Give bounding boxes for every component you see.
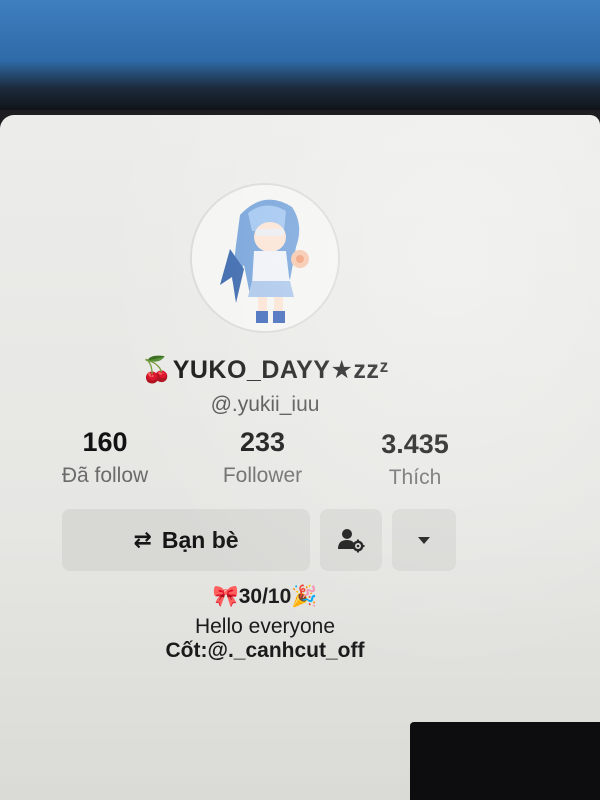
avatar-character-image — [192, 185, 338, 331]
person-gear-icon — [338, 529, 365, 553]
stat-likes-label: Thích — [388, 466, 442, 489]
friends-button[interactable]: ⇄ Bạn bè — [62, 509, 310, 571]
display-name: 🍒YUKO_DAYY★zzᶻ — [141, 356, 389, 384]
photo-background-top — [0, 0, 600, 110]
friends-button-label: Bạn bè — [161, 526, 239, 553]
profile-avatar[interactable] — [190, 183, 340, 333]
stat-followers-label: Follower — [222, 464, 303, 487]
username-handle: @.yukii_iuu — [210, 393, 320, 416]
bio-line-greeting: Hello everyone — [194, 615, 336, 638]
caret-down-icon — [418, 537, 430, 544]
profile-screen: 🍒YUKO_DAYY★zzᶻ @.yukii_iuu 160 Đã follow… — [0, 115, 600, 800]
stat-following[interactable]: 160 Đã follow — [50, 427, 160, 488]
stat-following-label: Đã follow — [61, 464, 149, 487]
swap-arrows-icon: ⇄ — [133, 527, 152, 552]
stat-likes-value: 3.435 — [381, 429, 449, 459]
stat-followers[interactable]: 233 Follower — [205, 427, 320, 488]
bio-line-date: 🎀30/10🎉 — [212, 585, 318, 608]
stat-following-value: 160 — [82, 427, 128, 457]
more-options-button[interactable] — [392, 509, 456, 571]
stat-followers-value: 233 — [239, 427, 286, 457]
manage-profile-button[interactable] — [320, 509, 382, 571]
stat-likes[interactable]: 3.435 Thích — [360, 429, 470, 490]
bio-line-mention[interactable]: Cốt:@._canhcut_off — [60, 639, 470, 663]
dark-corner-overlay — [410, 722, 600, 800]
